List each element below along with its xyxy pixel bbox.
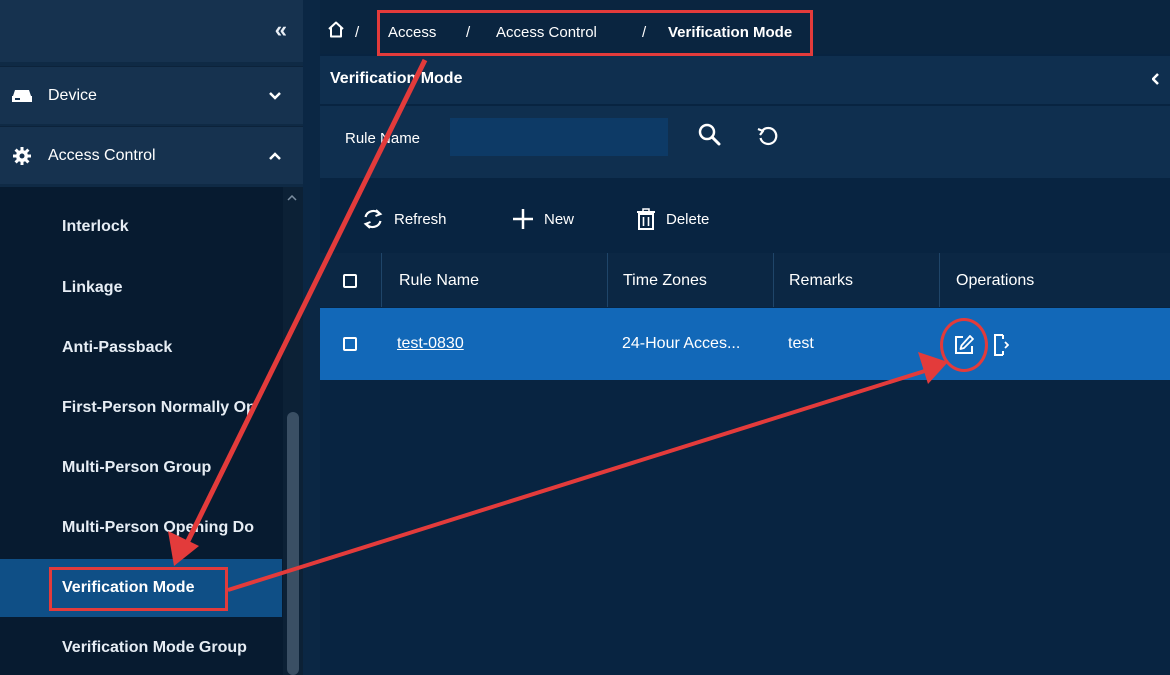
column-header-remarks[interactable]: Remarks xyxy=(789,272,853,290)
gear-icon xyxy=(12,146,32,166)
sidebar-collapse-bar: « xyxy=(0,0,303,62)
edit-annotation-circle xyxy=(940,318,988,372)
chevron-up-icon xyxy=(269,149,281,163)
rule-name-search-input[interactable] xyxy=(450,118,668,156)
sidebar-item-interlock[interactable]: Interlock xyxy=(0,198,282,256)
page-title: Verification Mode xyxy=(330,70,463,87)
column-divider xyxy=(607,253,608,307)
sidebar-item-label: Access Control xyxy=(48,146,156,164)
delete-button[interactable]: Delete xyxy=(636,208,709,230)
new-label: New xyxy=(544,210,575,228)
new-button[interactable]: New xyxy=(512,208,574,230)
sidebar-item-first-person-normally-open[interactable]: First-Person Normally Op xyxy=(0,379,282,437)
rule-name-link[interactable]: test-0830 xyxy=(397,335,464,353)
door-icon[interactable] xyxy=(993,333,1010,362)
plus-icon xyxy=(513,209,533,229)
filter-bar xyxy=(320,106,1170,178)
device-icon xyxy=(12,86,32,106)
sidebar-item-access-control[interactable]: Access Control xyxy=(0,126,303,184)
column-header-rule-name[interactable]: Rule Name xyxy=(399,272,479,290)
select-all-checkbox[interactable] xyxy=(343,274,357,288)
delete-label: Delete xyxy=(666,210,710,228)
sidebar-item-multi-person-group[interactable]: Multi-Person Group xyxy=(0,439,282,497)
column-header-operations: Operations xyxy=(956,272,1035,289)
chevron-down-icon xyxy=(269,89,281,103)
refresh-icon xyxy=(363,209,383,229)
sidebar-item-device[interactable]: Device xyxy=(0,66,303,124)
sidebar-item-verification-mode-group[interactable]: Verification Mode Group xyxy=(0,619,282,675)
action-toolbar xyxy=(320,196,1170,250)
search-icon[interactable] xyxy=(697,122,721,151)
refresh-button[interactable]: Refresh xyxy=(362,208,447,230)
rule-name-filter-label: Rule Name xyxy=(345,130,421,147)
breadcrumb-annotation-box xyxy=(377,10,813,56)
sidebar-item-linkage[interactable]: Linkage xyxy=(0,259,282,317)
sidebar-scroll-thumb[interactable] xyxy=(287,412,299,675)
chevron-left-icon[interactable] xyxy=(1151,72,1160,90)
time-zones-cell: 24-Hour Acces... xyxy=(622,335,741,352)
reset-icon[interactable] xyxy=(757,125,779,152)
menu-annotation-box xyxy=(49,567,228,611)
collapse-sidebar-icon[interactable]: « xyxy=(275,19,287,41)
breadcrumb-separator: / xyxy=(355,24,360,41)
trash-icon xyxy=(637,208,655,230)
row-checkbox[interactable] xyxy=(343,337,357,351)
sidebar-item-label: Device xyxy=(48,86,97,104)
sidebar-item-multi-person-opening-door[interactable]: Multi-Person Opening Do xyxy=(0,499,282,557)
refresh-label: Refresh xyxy=(394,210,447,228)
column-divider xyxy=(381,253,382,307)
home-icon[interactable] xyxy=(327,21,345,43)
scroll-up-icon[interactable] xyxy=(287,193,297,204)
column-divider xyxy=(939,253,940,307)
remarks-cell: test xyxy=(788,335,814,352)
sidebar-item-anti-passback[interactable]: Anti-Passback xyxy=(0,319,282,377)
column-header-time-zones[interactable]: Time Zones xyxy=(623,272,707,290)
column-divider xyxy=(773,253,774,307)
